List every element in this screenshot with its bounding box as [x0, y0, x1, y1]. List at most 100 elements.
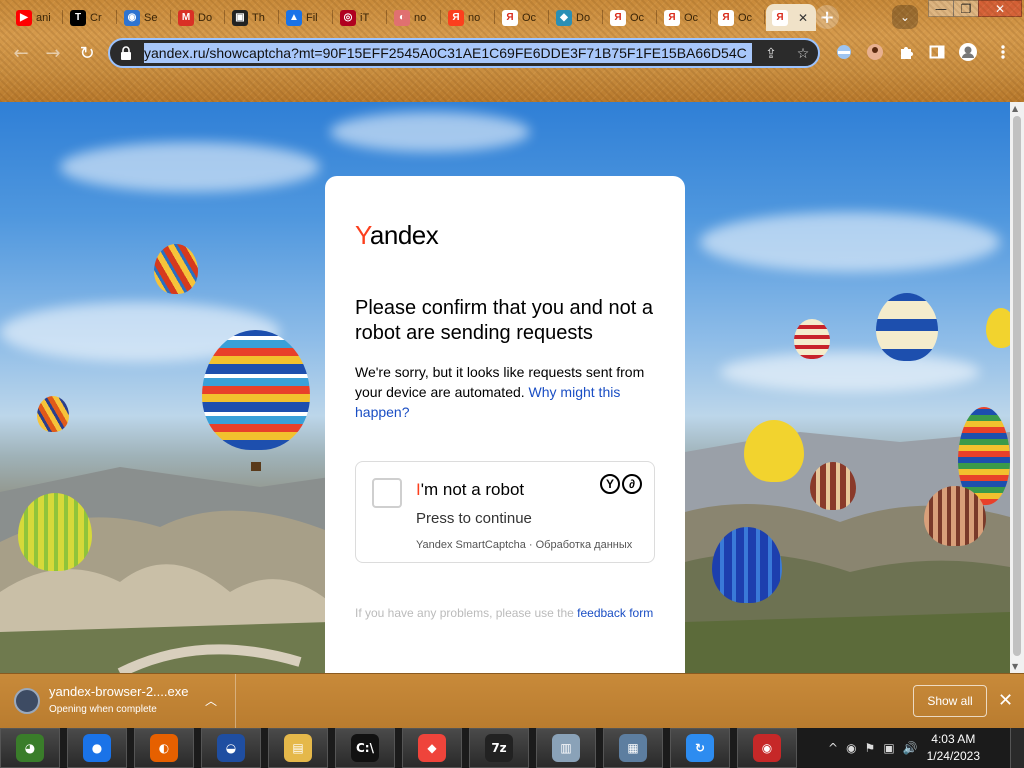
volume-icon[interactable]: 🔊: [903, 741, 918, 755]
tab-separator: [278, 10, 279, 24]
bookmark-star-icon[interactable]: ☆: [794, 45, 812, 63]
press-to-continue-text: Press to continue: [416, 510, 532, 527]
scrollbar-thumb[interactable]: [1013, 116, 1021, 656]
taskbar: ◕ ● ◐ ◒ ▤ C:\ ◆ 7z ▥ ▦ ↻ ◉ ^ ◉ ⚑ ▣ 🔊 4:03 AM 1/24/2023: [0, 728, 1024, 768]
tab-separator: [602, 10, 603, 24]
tab[interactable]: Я Oc: [604, 4, 656, 31]
forward-button[interactable]: →: [40, 40, 66, 66]
tab-active[interactable]: Я ✕: [766, 4, 816, 31]
balloon-image: [18, 493, 92, 571]
tab[interactable]: ◐ no: [388, 4, 440, 31]
chevron-up-icon[interactable]: ︿: [205, 692, 217, 709]
cmd-icon: C:\: [351, 734, 379, 762]
tab-label: Do: [198, 11, 213, 24]
scroll-up-arrow[interactable]: ▲: [1012, 104, 1018, 113]
captcha-card: Yandex Please confirm that you and not a…: [325, 176, 685, 673]
balloon-image: [744, 420, 804, 482]
firefox-icon: ◐: [150, 734, 178, 762]
show-desktop-button[interactable]: [1010, 728, 1024, 768]
system-tray: ^ ◉ ⚑ ▣ 🔊: [820, 728, 1024, 768]
sidepanel-icon[interactable]: [927, 42, 947, 62]
avatar-icon[interactable]: [865, 42, 885, 62]
browser-chrome: ▶ ani T Cr ◉ Se M Do ▣ Th ▲ Fil ◎ iT ◐ no Яno Я Oc ◆ Do Я Oc Я O…: [0, 0, 1024, 102]
tab-separator: [494, 10, 495, 24]
yandex-icon: Я: [664, 9, 680, 26]
taskbar-app[interactable]: ↻: [670, 728, 730, 768]
yandex-icon: Я: [718, 9, 734, 26]
download-item[interactable]: yandex-browser-2....exe Opening when com…: [0, 674, 236, 729]
page-scrollbar[interactable]: ▲ ▼: [1010, 102, 1024, 673]
tab-separator: [440, 10, 441, 24]
show-all-button[interactable]: Show all: [913, 685, 987, 717]
taskbar-app[interactable]: ▦: [603, 728, 663, 768]
tab-label: Fil: [306, 11, 318, 24]
taskbar-app[interactable]: ◒: [201, 728, 261, 768]
recorder-icon: ◉: [753, 734, 781, 762]
clock[interactable]: 4:03 AM 1/24/2023: [927, 731, 980, 765]
tab[interactable]: Я Oc: [712, 4, 764, 31]
profile-icon[interactable]: [958, 42, 978, 62]
not-robot-label[interactable]: I'm not a robot: [416, 480, 524, 500]
tab[interactable]: Яno: [442, 4, 494, 31]
not-robot-checkbox[interactable]: [372, 478, 402, 508]
tab-label: Cr: [90, 11, 102, 24]
tab[interactable]: T Cr: [64, 4, 116, 31]
tab[interactable]: ◎ iT: [334, 4, 386, 31]
taskbar-app[interactable]: ◆: [402, 728, 462, 768]
balloon-image: [810, 462, 856, 510]
taskbar-app[interactable]: ●: [67, 728, 127, 768]
url-text[interactable]: yandex.ru/showcaptcha?mt=90F15EFF2545A0C…: [144, 43, 752, 63]
close-download-bar-button[interactable]: ✕: [998, 690, 1013, 711]
show-hidden-icons[interactable]: ^: [828, 741, 838, 755]
taskbar-app[interactable]: ◕: [0, 728, 60, 768]
tab-strip: ▶ ani T Cr ◉ Se M Do ▣ Th ▲ Fil ◎ iT ◐ no Яno Я Oc ◆ Do Я Oc Я O…: [0, 0, 1024, 34]
tab-separator: [332, 10, 333, 24]
back-button[interactable]: ←: [8, 40, 34, 66]
tab[interactable]: ▶ ani: [10, 4, 62, 31]
tab[interactable]: ▣ Th: [226, 4, 278, 31]
scroll-down-arrow[interactable]: ▼: [1012, 662, 1018, 671]
problems-body: If you have any problems, please use the: [355, 606, 574, 620]
address-bar[interactable]: yandex.ru/showcaptcha?mt=90F15EFF2545A0C…: [108, 38, 820, 68]
chrome-alt-icon: ◕: [16, 734, 44, 762]
taskbar-app[interactable]: 7z: [469, 728, 529, 768]
puzzle-icon[interactable]: [896, 42, 916, 62]
tab[interactable]: Я Oc: [496, 4, 548, 31]
menu-icon[interactable]: [993, 42, 1013, 62]
share-icon[interactable]: ⇪: [762, 45, 780, 63]
tab[interactable]: Я Oc: [658, 4, 710, 31]
taskbar-app[interactable]: C:\: [335, 728, 395, 768]
cloud: [720, 352, 980, 392]
tab-label: Do: [576, 11, 591, 24]
taskbar-app[interactable]: ◐: [134, 728, 194, 768]
balloon-image: [876, 293, 938, 361]
tab[interactable]: ◆ Do: [550, 4, 602, 31]
taskbar-app[interactable]: ▥: [536, 728, 596, 768]
browser-toolbar: ← → ↻ yandex.ru/showcaptcha?mt=90F15EFF2…: [0, 36, 1024, 70]
feedback-link[interactable]: feedback form: [577, 606, 653, 620]
tab-separator: [224, 10, 225, 24]
tab-label: no: [468, 11, 481, 24]
cloud: [700, 212, 1000, 272]
flag-icon[interactable]: ⚑: [865, 741, 876, 755]
network-icon[interactable]: ▣: [883, 741, 894, 755]
tab[interactable]: ▲ Fil: [280, 4, 332, 31]
smartcaptcha-footer[interactable]: Yandex SmartCaptcha · Обработка данных: [416, 539, 632, 551]
tab-label: Se: [144, 11, 158, 24]
captcha-widget[interactable]: I'm not a robot Press to continue Yandex…: [355, 461, 655, 563]
sync-icon: ↻: [686, 734, 714, 762]
description-text: We're sorry, but it looks like requests …: [355, 362, 660, 422]
cloud: [60, 142, 320, 192]
taskbar-app[interactable]: ▤: [268, 728, 328, 768]
tab[interactable]: M Do: [172, 4, 224, 31]
recorder-tray-icon[interactable]: ◉: [846, 741, 856, 755]
toggle-icon[interactable]: [834, 42, 854, 62]
reload-button[interactable]: ↻: [74, 40, 100, 66]
tab-label: Oc: [630, 11, 645, 24]
taskbar-app[interactable]: ◉: [737, 728, 797, 768]
lock-icon[interactable]: [120, 46, 134, 60]
chrome-icon: ●: [83, 734, 111, 762]
close-tab-icon[interactable]: ✕: [798, 11, 808, 25]
yandex-icon: Я: [448, 9, 464, 26]
tab[interactable]: ◉ Se: [118, 4, 170, 31]
